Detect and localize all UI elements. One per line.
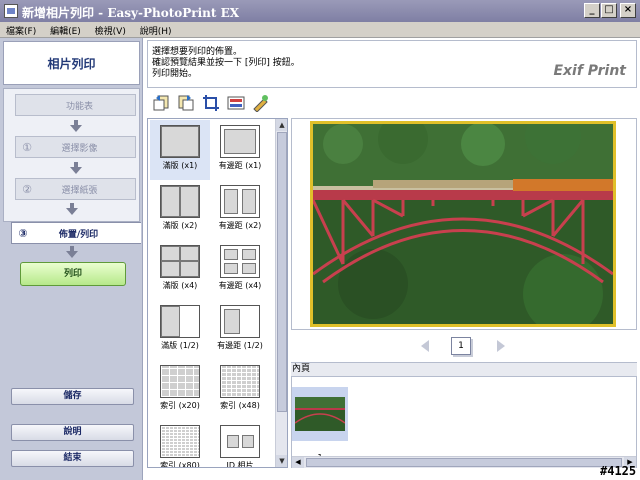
layout-label: 索引 (x20) [160, 401, 200, 410]
layout-index-x80[interactable]: 索引 (x80) [150, 420, 210, 468]
preview-photo[interactable] [310, 121, 616, 327]
down-arrow-icon [66, 203, 78, 215]
layout-icon [220, 245, 260, 278]
layout-icon [160, 185, 200, 218]
layout-borderless-x4[interactable]: 滿版 (x4) [150, 240, 210, 300]
layout-label: 有邊距 (x2) [218, 221, 262, 230]
menu-view[interactable]: 檢視(V) [89, 22, 131, 37]
instruction-line: 列印開始。 [152, 69, 198, 79]
layout-borderless-half[interactable]: 滿版 (1/2) [150, 300, 210, 360]
contents-header: 內頁 [291, 362, 637, 376]
layout-bordered-x2[interactable]: 有邊距 (x2) [210, 180, 270, 240]
layout-label: 滿版 (1/2) [161, 341, 199, 350]
layout-bordered-x4[interactable]: 有邊距 (x4) [210, 240, 270, 300]
sidebar: 相片列印 功能表 ① 選擇影像 ② 選擇紙張 ③ 佈置/列印 列印 儲存 說明 … [0, 38, 143, 480]
layout-icon [220, 125, 260, 158]
frame-icon[interactable] [227, 94, 245, 112]
layout-label: 有邊距 (1/2) [217, 341, 263, 350]
save-button[interactable]: 儲存 [11, 388, 134, 405]
rotate-left-icon[interactable] [152, 94, 170, 112]
layout-label: 滿版 (x2) [162, 221, 198, 230]
layout-bordered-half[interactable]: 有邊距 (1/2) [210, 300, 270, 360]
layout-label: 滿版 (x4) [162, 281, 198, 290]
step-menu[interactable]: 功能表 [15, 94, 136, 116]
layout-bordered-x1[interactable]: 有邊距 (x1) [210, 120, 270, 180]
app-icon [4, 4, 18, 18]
layout-icon [160, 365, 200, 398]
layout-id-photo[interactable]: ID 相片 [210, 420, 270, 468]
step-layout-print-label: 佈置/列印 [58, 229, 99, 240]
help-button[interactable]: 說明 [11, 424, 134, 441]
page-number: 1 [451, 337, 471, 355]
scroll-up-icon[interactable]: ▲ [276, 119, 287, 131]
down-arrow-icon [66, 246, 78, 258]
exit-button[interactable]: 結束 [11, 450, 134, 467]
layout-label: 滿版 (x1) [162, 161, 198, 170]
layout-icon [160, 425, 200, 458]
layout-icon [220, 425, 260, 458]
print-button[interactable]: 列印 [20, 262, 126, 286]
layout-label: 有邊距 (x4) [218, 281, 262, 290]
page-thumbnail[interactable]: 1 [292, 387, 348, 462]
layout-borderless-x1[interactable]: 滿版 (x1) [150, 120, 210, 180]
step-list: 功能表 ① 選擇影像 ② 選擇紙張 [3, 88, 140, 222]
step-select-paper-label: 選擇紙張 [61, 185, 98, 196]
layout-label: ID 相片 [226, 461, 254, 468]
menu-edit[interactable]: 編輯(E) [44, 22, 86, 37]
previous-page-icon[interactable] [421, 340, 429, 352]
contents-panel: 1 ◀ ▶ [291, 376, 637, 468]
next-page-icon[interactable] [497, 340, 505, 352]
step-layout-print[interactable]: ③ 佈置/列印 [11, 222, 141, 244]
layout-icon [220, 185, 260, 218]
scroll-left-icon[interactable]: ◀ [292, 457, 304, 468]
step-select-image[interactable]: ① 選擇影像 [15, 136, 136, 158]
sidebar-header: 相片列印 [3, 41, 140, 85]
layout-label: 有邊距 (x1) [218, 161, 262, 170]
step-menu-label: 功能表 [65, 101, 93, 112]
step-number: ③ [18, 226, 28, 240]
minimize-button[interactable]: _ [584, 3, 600, 18]
scroll-thumb[interactable] [277, 132, 287, 412]
bridge-photo [313, 124, 613, 324]
down-arrow-icon [70, 162, 82, 174]
layout-icon [160, 125, 200, 158]
page-navigation: 1 [291, 332, 637, 360]
layout-index-x20[interactable]: 索引 (x20) [150, 360, 210, 420]
maximize-button[interactable]: □ [601, 3, 617, 18]
correct-image-icon[interactable] [252, 94, 270, 112]
layout-borderless-x2[interactable]: 滿版 (x2) [150, 180, 210, 240]
down-arrow-icon [70, 120, 82, 132]
step-number: ① [22, 140, 32, 154]
step-select-image-label: 選擇影像 [61, 143, 98, 154]
layout-label: 索引 (x80) [160, 461, 200, 468]
contents-scrollbar[interactable]: ◀ ▶ [292, 456, 636, 468]
toolbar [147, 90, 637, 116]
layout-icon [220, 365, 260, 398]
layout-scrollbar[interactable]: ▲ ▼ [275, 119, 287, 467]
close-button[interactable]: × [620, 3, 636, 18]
exif-print-logo: Exif Print [553, 63, 626, 79]
scroll-thumb[interactable] [306, 458, 622, 467]
rotate-right-icon[interactable] [177, 94, 195, 112]
step-select-paper[interactable]: ② 選擇紙張 [15, 178, 136, 200]
instruction-panel: 選擇想要列印的佈置。 確認預覽結果並按一下 [列印] 按鈕。 列印開始。 Exi… [147, 40, 637, 88]
menu-help[interactable]: 說明(H) [134, 22, 177, 37]
step-number: ② [22, 182, 32, 196]
layout-icon [160, 305, 200, 338]
layout-label: 索引 (x48) [220, 401, 260, 410]
window-title: 新增相片列印 - Easy-PhotoPrint EX [22, 6, 240, 20]
watermark: #4125 [600, 464, 637, 478]
layout-icon [220, 305, 260, 338]
crop-icon[interactable] [202, 94, 220, 112]
thumbnail-photo [295, 397, 345, 431]
preview-panel [291, 118, 637, 330]
layout-list: 滿版 (x1) 有邊距 (x1) 滿版 (x2) 有邊距 (x2) 滿版 (x4… [147, 118, 288, 468]
layout-icon [160, 245, 200, 278]
scroll-down-icon[interactable]: ▼ [276, 455, 287, 467]
menu-file[interactable]: 檔案(F) [0, 22, 41, 37]
menu-bar: 檔案(F) 編輯(E) 檢視(V) 說明(H) [0, 22, 640, 38]
layout-index-x48[interactable]: 索引 (x48) [210, 360, 270, 420]
title-bar: 新增相片列印 - Easy-PhotoPrint EX _ □ × [0, 0, 640, 22]
